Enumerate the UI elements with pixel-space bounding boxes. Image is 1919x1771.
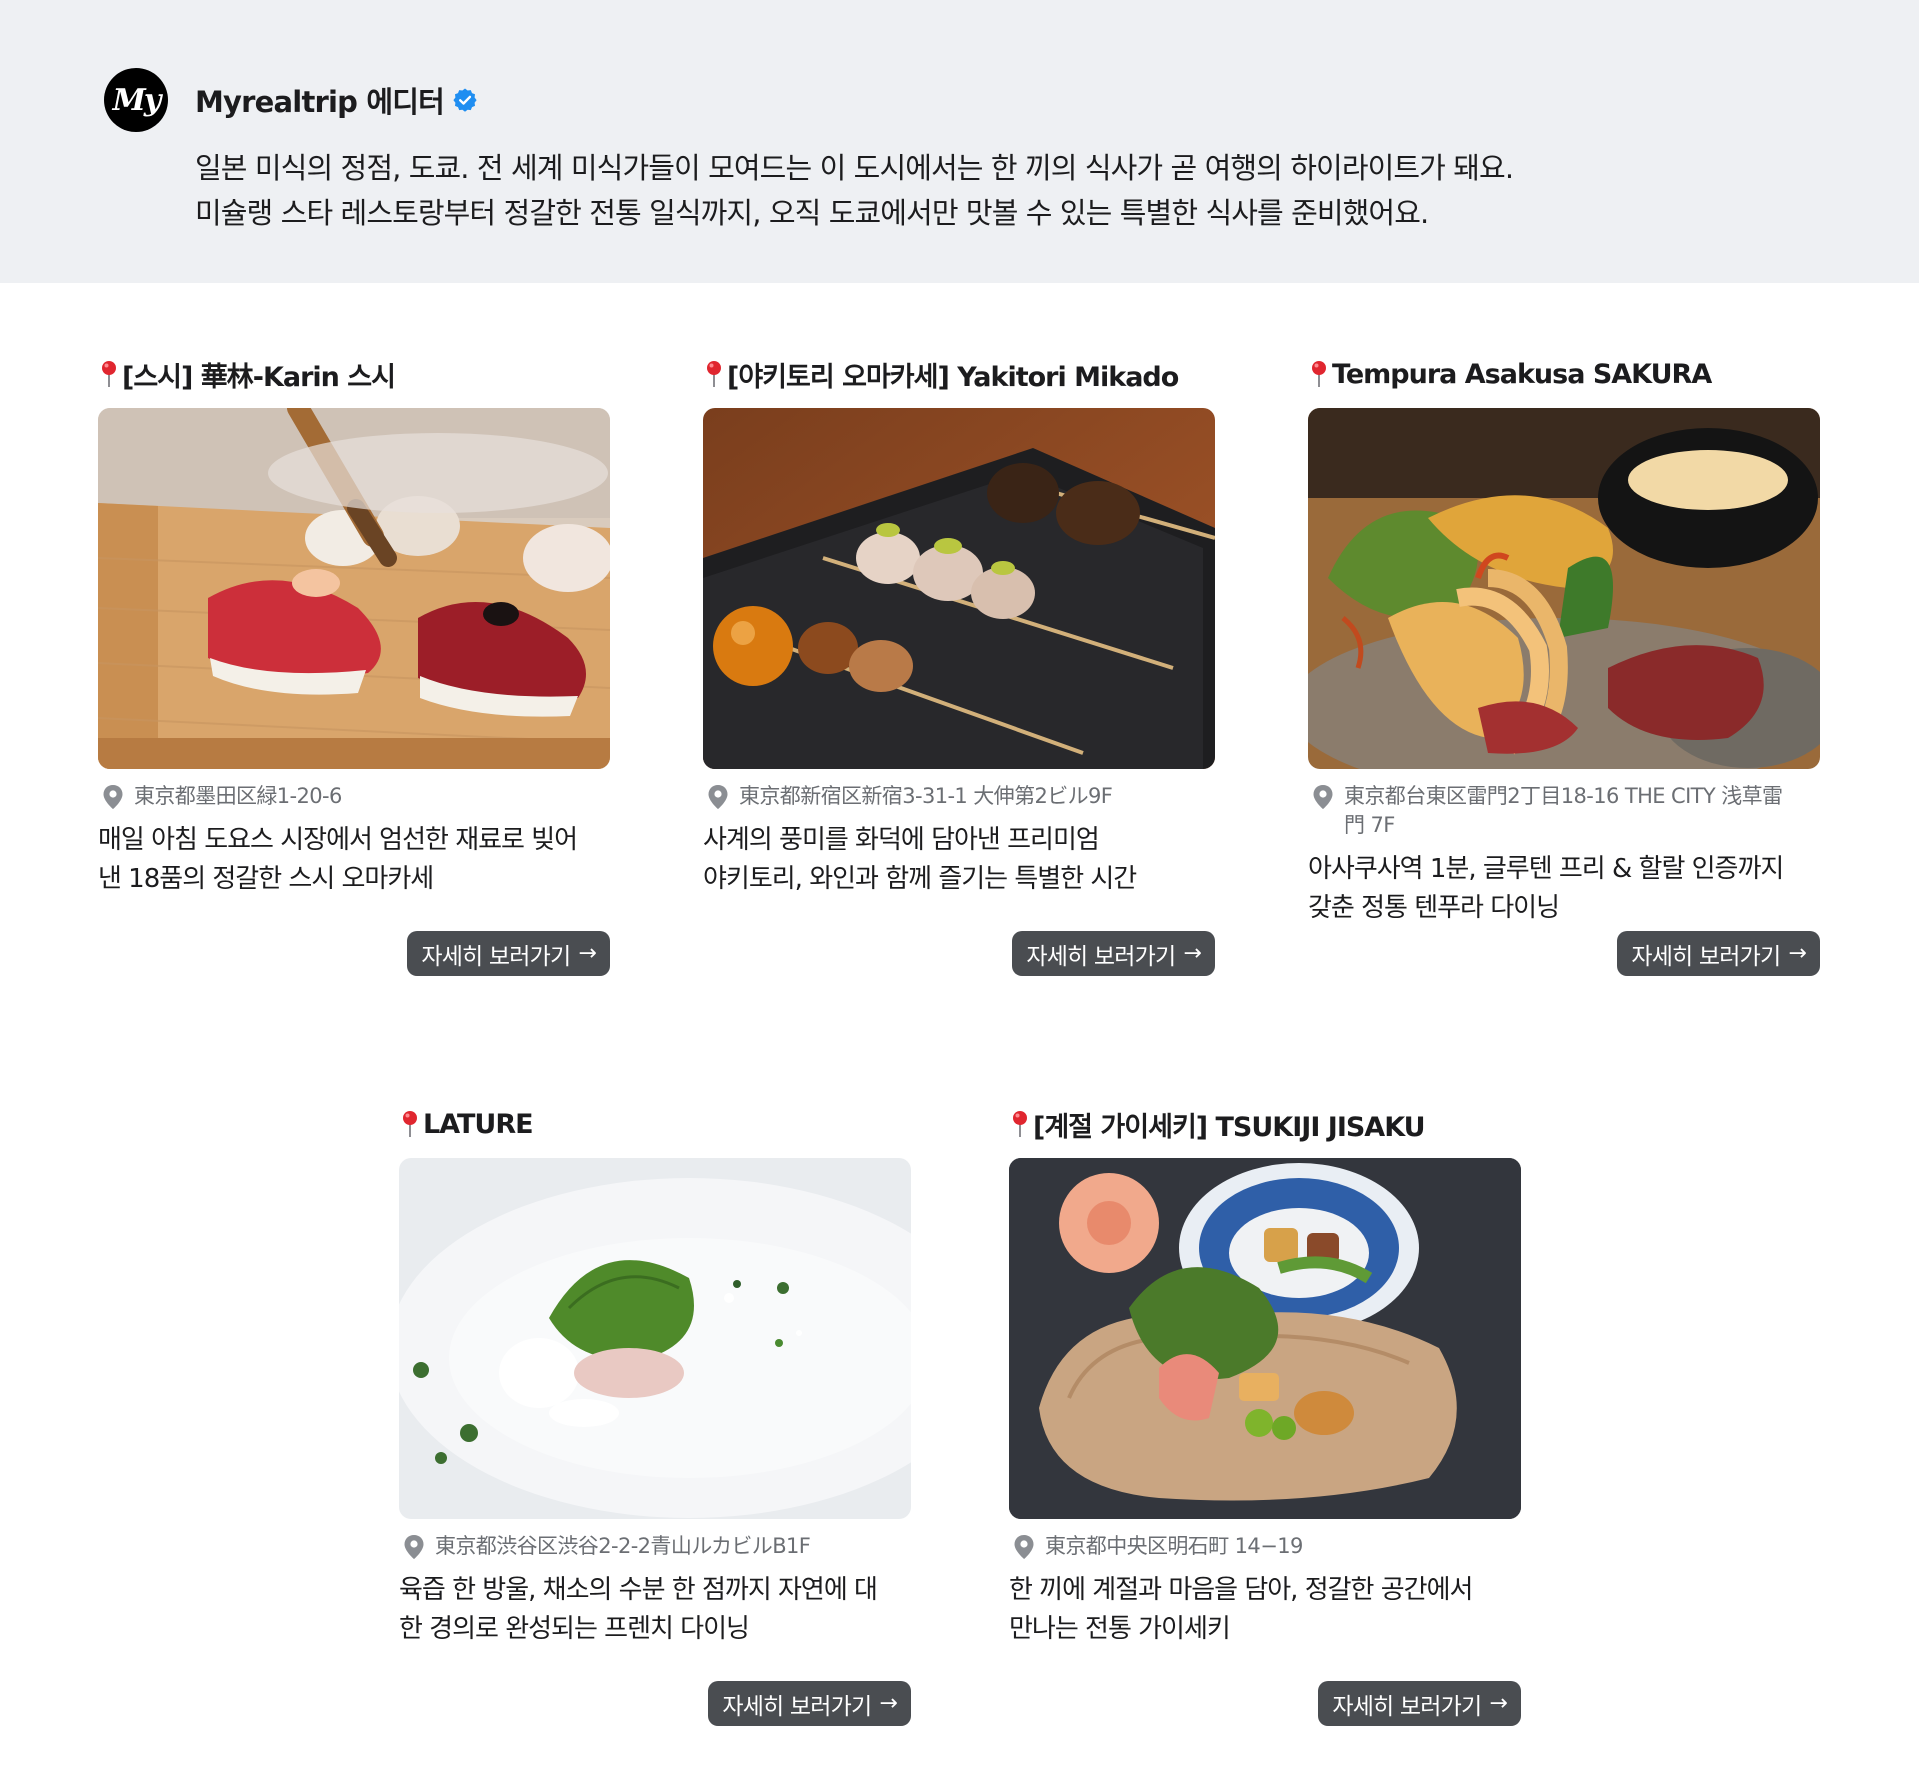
restaurant-card: [계절 가이세키] TSUKIJI JISAKU 東京都中央区明石町 14−19… bbox=[1009, 1104, 1521, 1726]
restaurant-card: [스시] 華林-Karin 스시 東京都墨田区緑1-20-6 매일 아침 도요스… bbox=[98, 354, 610, 976]
view-details-label: 자세히 보러가기 bbox=[421, 943, 571, 970]
description-line: 사계의 풍미를 화덕에 담아낸 프리미엄 bbox=[703, 825, 1100, 855]
description-line: 매일 아침 도요스 시장에서 엄선한 재료로 빚어 bbox=[98, 825, 578, 855]
description-line: 한 경의로 완성되는 프렌치 다이닝 bbox=[399, 1614, 750, 1644]
card-description: 사계의 풍미를 화덕에 담아낸 프리미엄 야키토리, 와인과 함께 즐기는 특별… bbox=[703, 821, 1215, 899]
card-description: 매일 아침 도요스 시장에서 엄선한 재료로 빚어 낸 18품의 정갈한 스시 … bbox=[98, 821, 610, 899]
restaurant-card: [야키토리 오마카세] Yakitori Mikado 東京都新宿区新宿3-31… bbox=[703, 354, 1215, 976]
editor-intro: My Myrealtrip 에디터 일본 미식의 정점, 도쿄. 전 세계 미식… bbox=[0, 0, 1919, 283]
address-row: 東京都墨田区緑1-20-6 bbox=[98, 782, 610, 811]
red-pin-icon bbox=[1013, 1111, 1027, 1137]
author-row: Myrealtrip 에디터 bbox=[195, 80, 478, 120]
french-dish-photo[interactable] bbox=[399, 1158, 911, 1519]
card-description: 육즙 한 방울, 채소의 수분 한 점까지 자연에 대 한 경의로 완성되는 프… bbox=[399, 1571, 911, 1649]
kaiseki-photo[interactable] bbox=[1009, 1158, 1521, 1519]
tempura-photo[interactable] bbox=[1308, 408, 1820, 769]
card-title[interactable]: Tempura Asakusa SAKURA bbox=[1332, 359, 1712, 390]
arrow-right-icon: → bbox=[1788, 941, 1806, 966]
avatar-logo: My bbox=[112, 82, 162, 118]
view-details-label: 자세히 보러가기 bbox=[722, 1693, 872, 1720]
arrow-right-icon: → bbox=[1183, 941, 1201, 966]
card-title-row: LATURE bbox=[401, 1104, 911, 1144]
card-title[interactable]: [스시] 華林-Karin 스시 bbox=[122, 355, 396, 394]
view-details-button[interactable]: 자세히 보러가기 → bbox=[1318, 1681, 1521, 1726]
address-row: 東京都渋谷区渋谷2-2-2青山ルカビルB1F bbox=[399, 1532, 911, 1561]
description-line: 야키토리, 와인과 함께 즐기는 특별한 시간 bbox=[703, 864, 1137, 894]
sushi-photo[interactable] bbox=[98, 408, 610, 769]
view-details-button[interactable]: 자세히 보러가기 → bbox=[1617, 931, 1820, 976]
view-details-label: 자세히 보러가기 bbox=[1332, 1693, 1482, 1720]
location-icon bbox=[1014, 1535, 1034, 1559]
description-line: 아사쿠사역 1분, 글루텐 프리 & 할랄 인증까지 bbox=[1308, 854, 1784, 884]
red-pin-icon bbox=[707, 361, 721, 387]
card-description: 한 끼에 계절과 마음을 담아, 정갈한 공간에서 만나는 전통 가이세키 bbox=[1009, 1571, 1521, 1649]
view-details-button[interactable]: 자세히 보러가기 → bbox=[407, 931, 610, 976]
address-row: 東京都新宿区新宿3-31-1 大伸第2ビル9F bbox=[703, 782, 1215, 811]
address-text: 東京都新宿区新宿3-31-1 大伸第2ビル9F bbox=[739, 784, 1113, 808]
location-icon bbox=[1313, 785, 1333, 809]
view-details-label: 자세히 보러가기 bbox=[1026, 943, 1176, 970]
description-line: 한 끼에 계절과 마음을 담아, 정갈한 공간에서 bbox=[1009, 1575, 1473, 1605]
arrow-right-icon: → bbox=[879, 1691, 897, 1716]
card-description: 아사쿠사역 1분, 글루텐 프리 & 할랄 인증까지 갖춘 정통 텐푸라 다이닝 bbox=[1308, 850, 1820, 928]
card-title-row: [야키토리 오마카세] Yakitori Mikado bbox=[705, 354, 1215, 394]
intro-line: 미슐랭 스타 레스토랑부터 정갈한 전통 일식까지, 오직 도쿄에서만 맛볼 수… bbox=[195, 196, 1429, 230]
author-name[interactable]: Myrealtrip 에디터 bbox=[195, 79, 445, 121]
location-icon bbox=[103, 785, 123, 809]
location-icon bbox=[404, 1535, 424, 1559]
description-line: 낸 18품의 정갈한 스시 오마카세 bbox=[98, 864, 434, 894]
card-title-row: [스시] 華林-Karin 스시 bbox=[100, 354, 610, 394]
view-details-label: 자세히 보러가기 bbox=[1631, 943, 1781, 970]
location-icon bbox=[708, 785, 728, 809]
view-details-button[interactable]: 자세히 보러가기 → bbox=[708, 1681, 911, 1726]
card-title[interactable]: LATURE bbox=[423, 1109, 534, 1140]
card-title[interactable]: [야키토리 오마카세] Yakitori Mikado bbox=[727, 355, 1179, 394]
address-text: 東京都台東区雷門2丁目18-16 THE CITY 浅草雷門 7F bbox=[1344, 784, 1783, 837]
address-row: 東京都台東区雷門2丁目18-16 THE CITY 浅草雷門 7F bbox=[1308, 782, 1820, 840]
card-title-row: [계절 가이세키] TSUKIJI JISAKU bbox=[1011, 1104, 1521, 1144]
restaurant-card: LATURE 東京都渋谷区渋谷2-2-2青山ルカビルB1F 육즙 한 방울, 채… bbox=[399, 1104, 911, 1726]
intro-line: 일본 미식의 정점, 도쿄. 전 세계 미식가들이 모여드는 이 도시에서는 한… bbox=[195, 151, 1514, 185]
card-title[interactable]: [계절 가이세키] TSUKIJI JISAKU bbox=[1033, 1105, 1426, 1144]
avatar[interactable]: My bbox=[104, 68, 168, 132]
red-pin-icon bbox=[102, 361, 116, 387]
description-line: 육즙 한 방울, 채소의 수분 한 점까지 자연에 대 bbox=[399, 1575, 878, 1605]
yakitori-photo[interactable] bbox=[703, 408, 1215, 769]
arrow-right-icon: → bbox=[1489, 1691, 1507, 1716]
red-pin-icon bbox=[403, 1111, 417, 1137]
description-line: 만나는 전통 가이세키 bbox=[1009, 1614, 1231, 1644]
card-title-row: Tempura Asakusa SAKURA bbox=[1310, 354, 1820, 394]
verified-badge-icon bbox=[453, 88, 477, 112]
address-text: 東京都渋谷区渋谷2-2-2青山ルカビルB1F bbox=[435, 1534, 811, 1558]
arrow-right-icon: → bbox=[578, 941, 596, 966]
intro-text: 일본 미식의 정점, 도쿄. 전 세계 미식가들이 모여드는 이 도시에서는 한… bbox=[195, 146, 1835, 236]
red-pin-icon bbox=[1312, 361, 1326, 387]
view-details-button[interactable]: 자세히 보러가기 → bbox=[1012, 931, 1215, 976]
restaurant-card: Tempura Asakusa SAKURA 東京都台東区雷門2丁目18-16 … bbox=[1308, 354, 1820, 976]
address-row: 東京都中央区明石町 14−19 bbox=[1009, 1532, 1521, 1561]
address-text: 東京都中央区明石町 14−19 bbox=[1045, 1534, 1303, 1558]
address-text: 東京都墨田区緑1-20-6 bbox=[134, 784, 342, 808]
description-line: 갖춘 정통 텐푸라 다이닝 bbox=[1308, 893, 1560, 923]
